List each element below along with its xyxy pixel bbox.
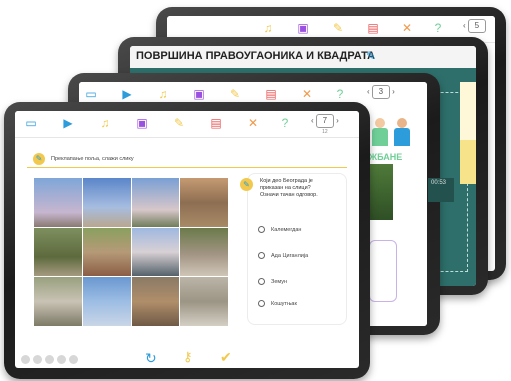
puzzle-tile[interactable] [82,227,131,277]
question-card: ✎ Који део Београда је приказан на слици… [240,173,347,325]
puzzle-grid[interactable] [34,178,228,326]
key-icon[interactable]: ⚷ [183,349,193,365]
progress-dot[interactable] [57,355,66,364]
music-icon[interactable]: ♫ [97,115,113,131]
answer-option[interactable]: Калемегдан [258,226,301,233]
pager-mid[interactable]: ‹ 3 › [367,85,395,99]
page-number: 3 [371,85,390,99]
cross-icon[interactable]: ✕ [399,20,415,36]
pencil-icon: ✎ [33,153,45,165]
banner-text: ЖБАНЕ [369,152,403,162]
answer-box[interactable] [369,240,397,302]
child-figure [372,128,388,146]
help-icon[interactable]: ? [277,115,293,131]
answer-option[interactable]: Ада Циганлија [258,252,308,259]
chevron-left-icon[interactable]: ‹ [463,21,466,30]
question-text: Који део Београда је приказан на слици? … [260,178,318,198]
kids-illustration [369,118,423,152]
puzzle-tile[interactable] [131,277,180,326]
child-figure [375,118,385,128]
puzzle-tile[interactable] [82,277,131,326]
child-figure [394,128,410,146]
radio-button[interactable] [258,278,265,285]
refresh-icon[interactable]: ↻ [145,350,157,367]
eraser-icon[interactable]: ✎ [171,115,187,131]
pencil-icon: ✎ [240,178,253,191]
chevron-left-icon[interactable]: ‹ [311,116,314,125]
puzzle-tile[interactable] [34,227,82,277]
video-timebar[interactable]: 00:53 [428,178,454,202]
puzzle-tile[interactable] [131,178,180,227]
bottom-bar: ↻ ⚷ ✔ [15,349,359,368]
radio-button[interactable] [258,300,265,307]
puzzle-tile[interactable] [180,227,228,277]
cross-icon[interactable]: ✕ [245,115,261,131]
video-icon[interactable]: ▶ [60,115,76,131]
cube-icon[interactable]: ▣ [134,115,150,131]
video-time: 00:53 [431,180,447,186]
radio-button[interactable] [258,226,265,233]
page-number: 5 [467,19,486,33]
cross-icon[interactable]: ✕ [299,86,315,102]
image-icon[interactable]: ▤ [208,115,224,131]
cube-icon[interactable]: ▣ [295,20,311,36]
child-figure [397,118,407,128]
instruction-text: Преклапање поља, слажи слику [51,156,134,162]
music-icon[interactable]: ♫ [260,20,276,36]
puzzle-tile[interactable] [82,178,131,227]
progress-dot[interactable] [21,355,30,364]
cube-icon[interactable]: ▣ [191,86,207,102]
eraser-icon: ✎ [366,49,377,63]
image-icon[interactable]: ▤ [263,86,279,102]
side-card-yellow [460,140,476,184]
chevron-right-icon[interactable]: › [336,116,339,125]
help-icon[interactable]: ? [332,86,348,102]
book-icon[interactable]: ▭ [23,115,39,131]
slide-title: ПОВРШИНА ПРАВОУГАОНИКА И КВАДРАТА [136,50,376,62]
toolbar-front: ▭ ▶ ♫ ▣ ✎ ▤ ✕ ? ‹ 7 › 12 [15,111,359,138]
progress-dot[interactable] [69,355,78,364]
eraser-icon[interactable]: ✎ [227,86,243,102]
option-label: Калемегдан [271,226,302,233]
page-total: 12 [322,129,328,135]
radio-button[interactable] [258,252,265,259]
screen-front: ▭ ▶ ♫ ▣ ✎ ▤ ✕ ? ‹ 7 › 12 ✎ Преклапање по… [15,111,359,368]
puzzle-tile[interactable] [180,277,228,326]
answer-option[interactable]: Кошутњак [258,300,297,307]
chevron-right-icon[interactable]: › [392,87,395,96]
instruction-row: ✎ Преклапање поља, слажи слику [27,153,347,168]
puzzle-tile[interactable] [131,227,180,277]
video-icon[interactable]: ▶ [119,86,135,102]
answer-option[interactable]: Земун [258,278,287,285]
puzzle-tile[interactable] [180,178,228,227]
book-icon[interactable]: ▭ [83,86,99,102]
option-label: Ада Циганлија [271,252,309,259]
slide-title-bar: ПОВРШИНА ПРАВОУГАОНИКА И КВАДРАТА ✎ [130,46,476,70]
image-icon[interactable]: ▤ [365,20,381,36]
progress-dot[interactable] [45,355,54,364]
chevron-left-icon[interactable]: ‹ [367,87,370,96]
mid-content: ЖБАНЕ [365,108,427,326]
option-label: Кошутњак [271,300,297,307]
tablet-front: ▭ ▶ ♫ ▣ ✎ ▤ ✕ ? ‹ 7 › 12 ✎ Преклапање по… [4,102,370,379]
pager-back[interactable]: ‹ 5 [463,19,486,33]
side-card [460,82,476,142]
music-icon[interactable]: ♫ [155,86,171,102]
pager-front[interactable]: ‹ 7 › 12 [311,114,339,137]
puzzle-tile[interactable] [34,178,82,227]
progress-dot[interactable] [33,355,42,364]
check-icon[interactable]: ✔ [220,349,232,366]
page-number: 7 [315,114,334,128]
eraser-icon[interactable]: ✎ [330,20,346,36]
help-icon[interactable]: ? [430,20,446,36]
puzzle-tile[interactable] [34,277,82,326]
option-label: Земун [271,278,288,285]
plant-image [369,164,393,220]
